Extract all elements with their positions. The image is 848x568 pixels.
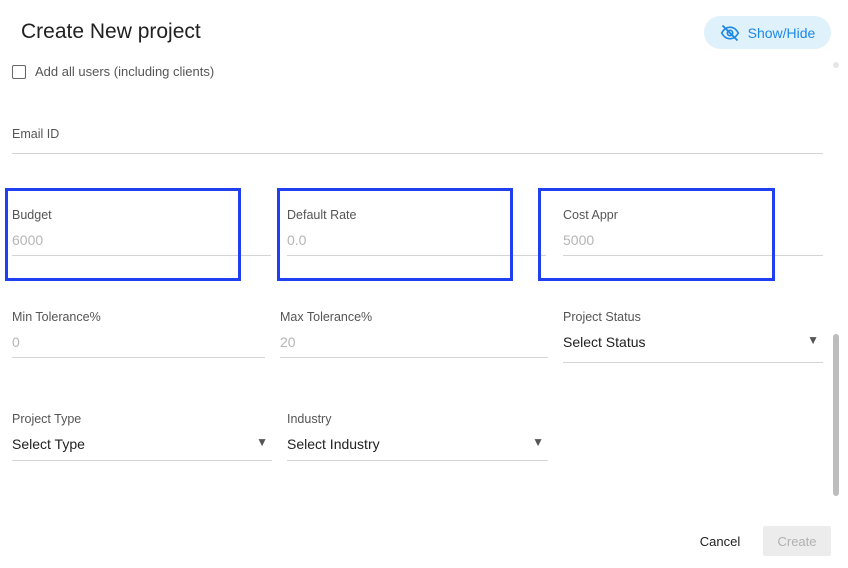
cancel-button[interactable]: Cancel xyxy=(690,527,750,555)
min-tolerance-label: Min Tolerance% xyxy=(12,310,101,324)
min-tolerance-field[interactable]: Min Tolerance% 0 xyxy=(12,310,265,360)
scrollbar-thumb[interactable] xyxy=(833,334,839,496)
min-tolerance-underline xyxy=(12,357,265,358)
email-field[interactable]: Email ID xyxy=(12,127,823,157)
triangle-down-icon[interactable]: ▼ xyxy=(256,435,268,449)
triangle-down-icon[interactable]: ▼ xyxy=(807,333,819,347)
industry-select[interactable]: Industry Select Industry ▼ xyxy=(287,412,548,462)
checkbox-unchecked-icon[interactable] xyxy=(12,64,26,79)
create-button[interactable]: Create xyxy=(763,526,831,556)
eye-off-icon xyxy=(720,24,739,41)
email-underline xyxy=(12,153,823,154)
triangle-down-icon[interactable]: ▼ xyxy=(532,435,544,449)
project-status-value[interactable]: Select Status xyxy=(563,334,646,350)
show-hide-button[interactable]: Show/Hide xyxy=(704,16,831,49)
industry-value[interactable]: Select Industry xyxy=(287,436,380,452)
show-hide-label: Show/Hide xyxy=(747,24,816,41)
highlight-box-default-rate xyxy=(277,188,513,281)
highlight-box-budget xyxy=(5,188,241,281)
min-tolerance-input[interactable]: 0 xyxy=(12,334,20,350)
max-tolerance-field[interactable]: Max Tolerance% 20 xyxy=(280,310,548,360)
industry-underline xyxy=(287,460,548,461)
project-status-underline xyxy=(563,362,823,363)
highlight-box-cost-appr xyxy=(538,188,775,281)
email-label: Email ID xyxy=(12,127,60,141)
project-type-select[interactable]: Project Type Select Type ▼ xyxy=(12,412,272,462)
max-tolerance-label: Max Tolerance% xyxy=(280,310,373,324)
project-status-select[interactable]: Project Status Select Status ▼ xyxy=(563,310,823,363)
industry-label: Industry xyxy=(287,412,332,426)
add-all-users-label: Add all users (including clients) xyxy=(35,64,215,79)
scrollbar-top-cap xyxy=(833,62,839,68)
max-tolerance-underline xyxy=(280,357,548,358)
project-type-underline xyxy=(12,460,272,461)
project-status-label: Project Status xyxy=(563,310,641,324)
add-all-users-option[interactable]: Add all users (including clients) xyxy=(12,64,214,79)
project-type-label: Project Type xyxy=(12,412,82,426)
page-title: Create New project xyxy=(21,20,201,43)
project-type-value[interactable]: Select Type xyxy=(12,436,85,452)
max-tolerance-input[interactable]: 20 xyxy=(280,334,296,350)
